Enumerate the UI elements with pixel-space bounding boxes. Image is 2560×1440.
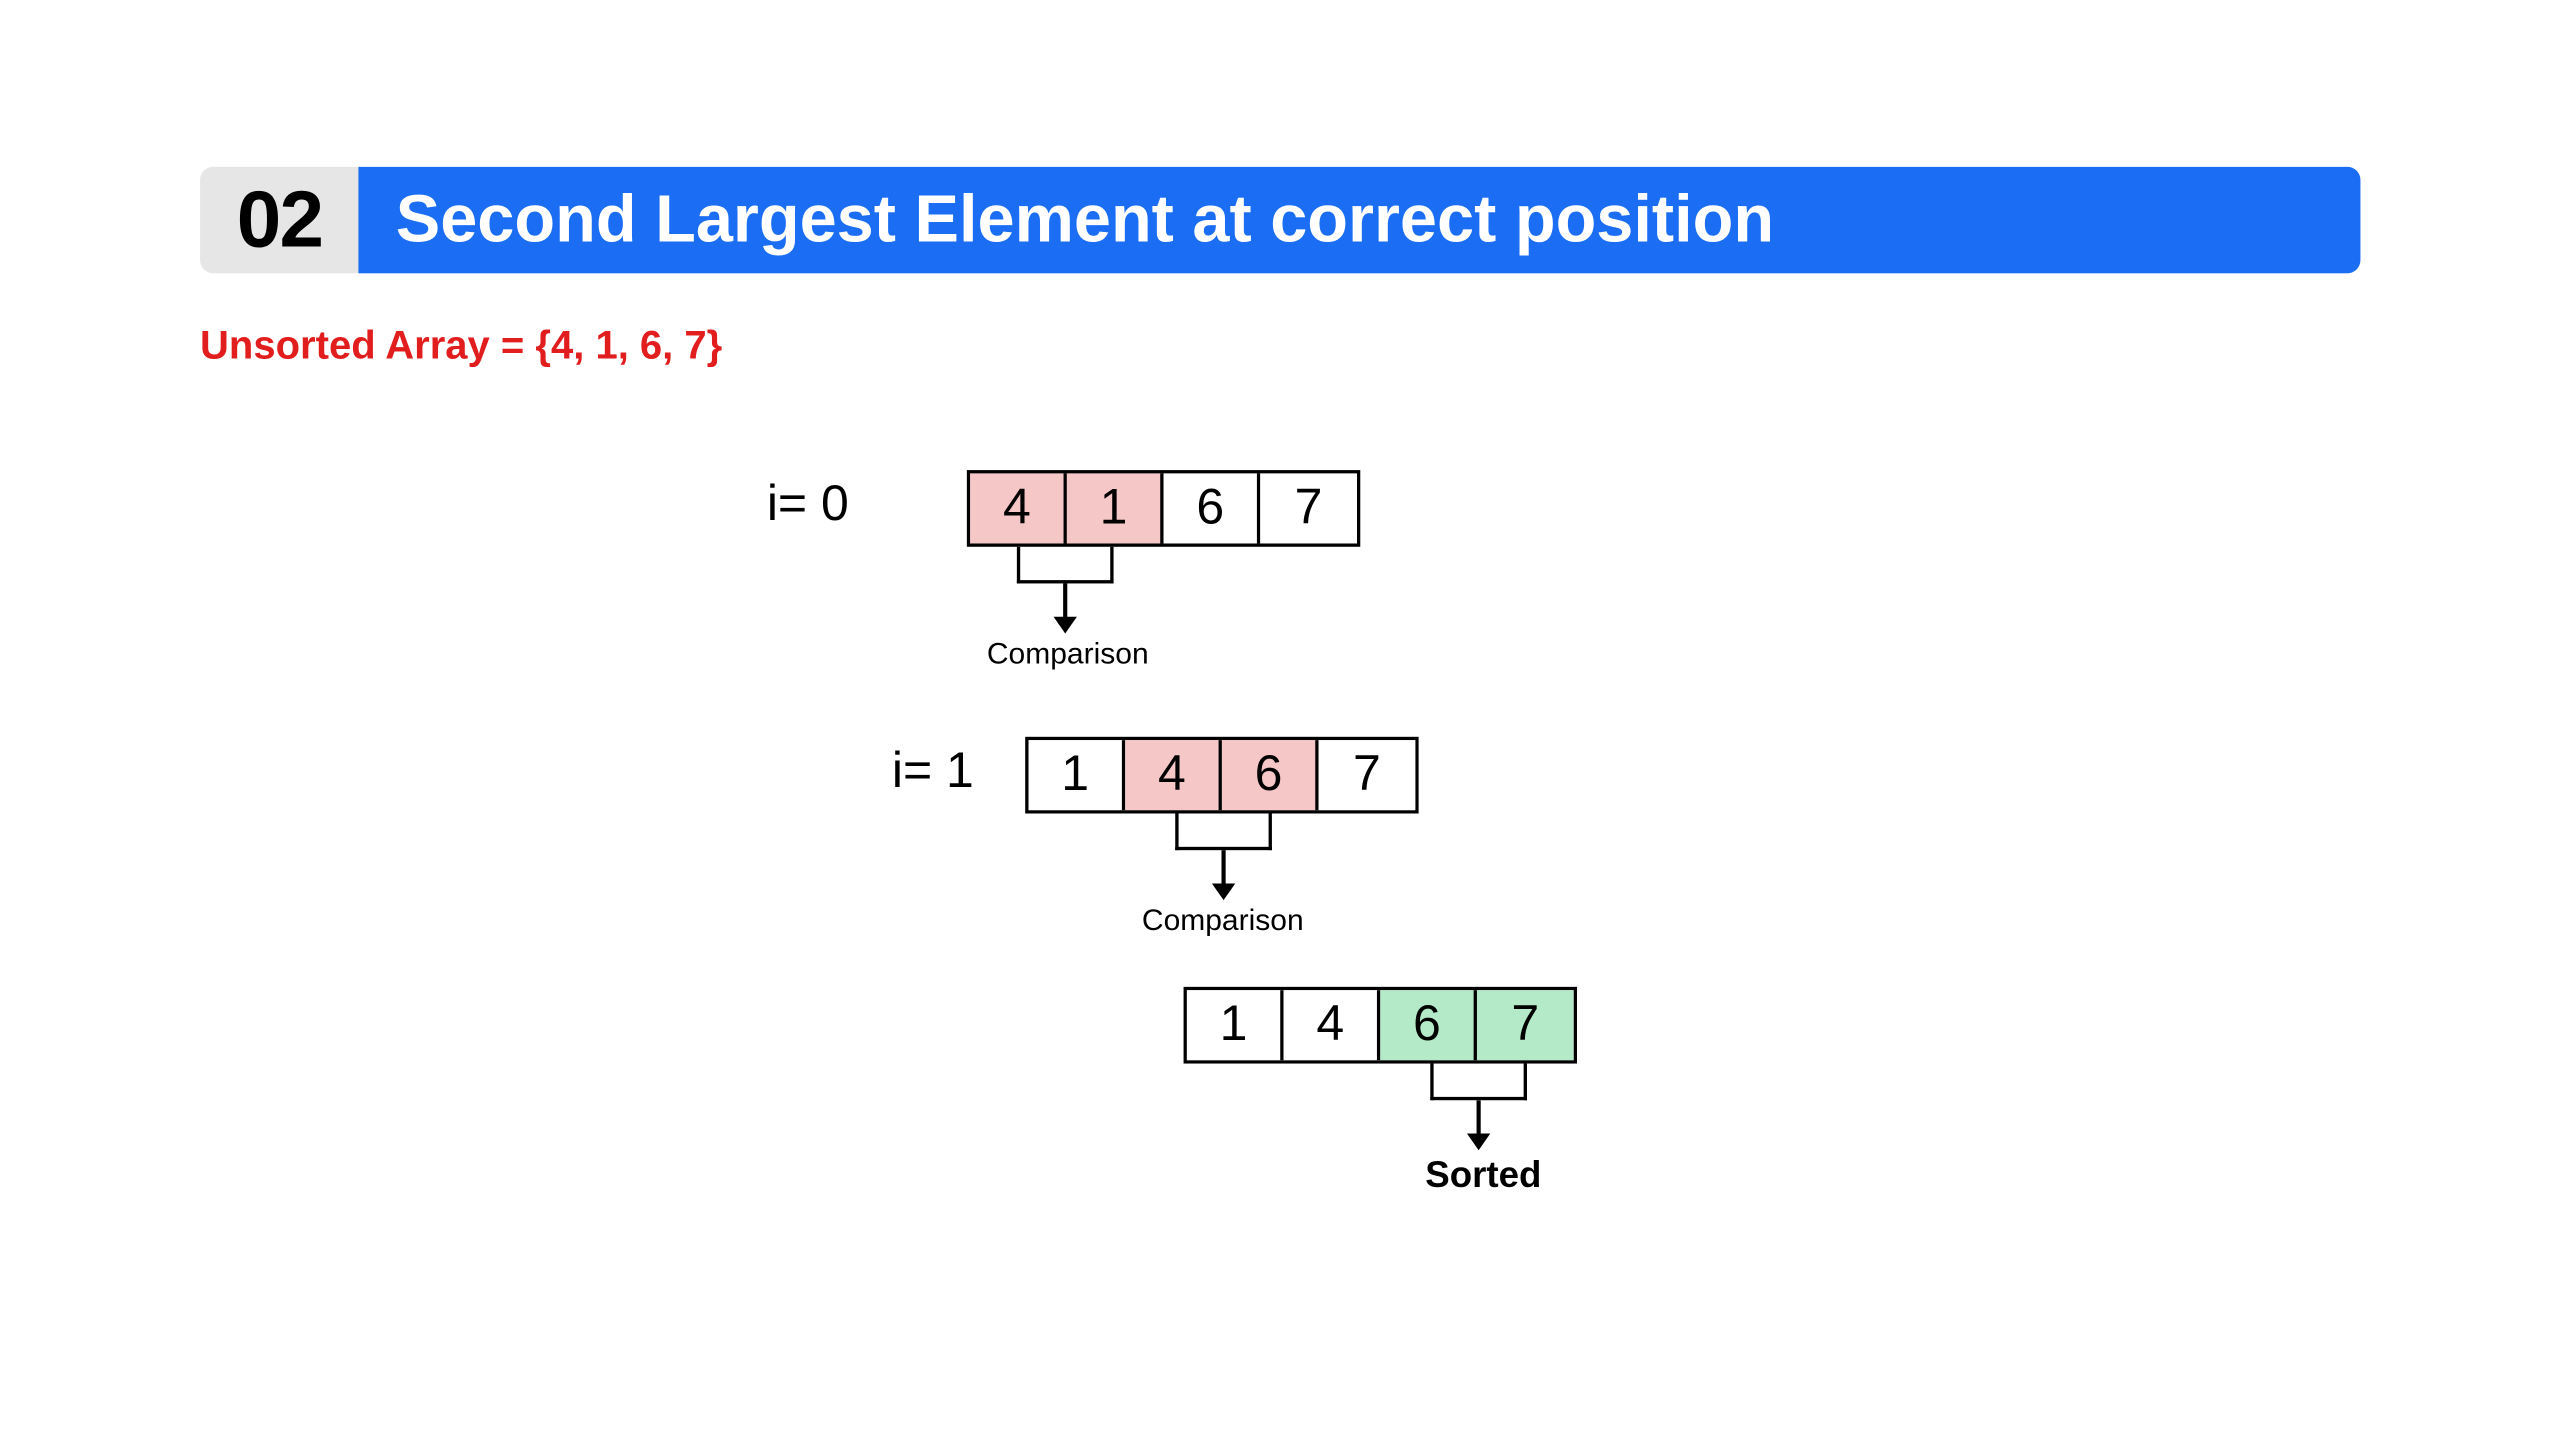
array-state-2: 1 4 6 7 (1184, 987, 1577, 1064)
array-cell: 6 (1164, 473, 1261, 543)
array-cell: 1 (1067, 473, 1164, 543)
array-cell: 1 (1029, 740, 1126, 810)
comparison-bracket (1017, 547, 1114, 584)
step-header: 02 Second Largest Element at correct pos… (200, 167, 2360, 274)
array-cell: 1 (1187, 990, 1284, 1060)
array-cell: 4 (970, 473, 1067, 543)
comparison-bracket (1175, 813, 1272, 850)
bubble-sort-diagram: i= 0 4 1 6 7 Comparison i= 1 1 4 6 7 (767, 470, 1934, 1270)
array-cell: 7 (1477, 990, 1574, 1060)
comparison-label: Comparison (1142, 904, 1304, 939)
array-state-0: 4 1 6 7 (967, 470, 1360, 547)
array-cell: 7 (1260, 473, 1357, 543)
array-cell: 7 (1319, 740, 1416, 810)
arrow-down-icon (1050, 583, 1080, 633)
sorted-label: Sorted (1425, 1154, 1541, 1197)
comparison-label: Comparison (987, 637, 1149, 672)
row-label: i= 1 (892, 743, 974, 800)
arrow-down-icon (1464, 1100, 1494, 1150)
array-cell: 6 (1380, 990, 1477, 1060)
array-cell: 4 (1125, 740, 1222, 810)
step-number: 02 (200, 167, 359, 274)
array-state-1: 1 4 6 7 (1025, 737, 1418, 814)
array-cell: 6 (1222, 740, 1319, 810)
sorted-bracket (1430, 1064, 1527, 1101)
array-cell: 4 (1284, 990, 1381, 1060)
unsorted-array-label: Unsorted Array = {4, 1, 6, 7} (200, 323, 2360, 370)
step-title: Second Largest Element at correct positi… (359, 167, 2360, 274)
row-label: i= 0 (767, 477, 849, 534)
arrow-down-icon (1209, 850, 1239, 900)
